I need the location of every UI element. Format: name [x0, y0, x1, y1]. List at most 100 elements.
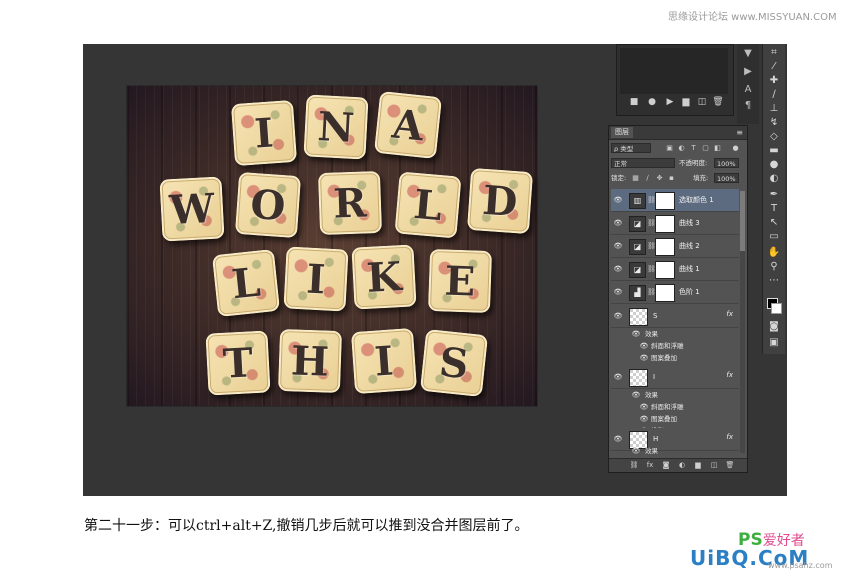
extra-tools-icon[interactable]: ⋯ — [767, 274, 781, 287]
new-adjustment-icon[interactable]: ◐ — [677, 460, 687, 470]
visibility-eye-icon[interactable]: 👁︎ — [639, 402, 649, 412]
visibility-eye-icon[interactable]: 👁︎ — [613, 372, 623, 382]
quick-mask-icon[interactable]: ◙ — [767, 320, 781, 333]
lock-paint-icon[interactable]: ∕ — [643, 173, 652, 183]
folder-icon[interactable]: ▆ — [680, 96, 692, 108]
crop-tool-icon[interactable]: ⌗ — [767, 46, 781, 59]
tile-letter: R — [332, 178, 368, 228]
visibility-eye-icon[interactable]: 👁︎ — [639, 353, 649, 363]
path-selection-icon[interactable]: ↖ — [767, 216, 781, 229]
zoom-tool-icon[interactable]: ⚲ — [767, 260, 781, 273]
actions-list[interactable] — [620, 48, 728, 94]
document-canvas[interactable]: I N A W O R L D L I K E T H I S — [127, 86, 537, 406]
visibility-eye-icon[interactable]: 👁︎ — [613, 218, 623, 228]
visibility-eye-icon[interactable]: 👁︎ — [639, 414, 649, 424]
background-color-swatch[interactable] — [771, 303, 782, 314]
stop-icon[interactable]: ■ — [628, 96, 640, 108]
effect-name: 斜面和浮雕 — [651, 403, 684, 411]
stamp-tool-icon[interactable]: ⊥ — [767, 102, 781, 115]
tool-preset-icon[interactable]: ▼ — [742, 48, 754, 60]
visibility-eye-icon[interactable]: 👁︎ — [613, 264, 623, 274]
panel-menu-icon[interactable]: ≡ — [736, 127, 743, 138]
actions-icon[interactable]: ▶ — [742, 66, 754, 78]
delete-icon[interactable]: 🗑︎ — [712, 96, 724, 108]
layer-mask-thumbnail[interactable] — [655, 284, 675, 302]
effect-row[interactable]: 👁︎ 斜面和浮雕 — [611, 401, 739, 413]
layer-row[interactable]: 👁︎ ▟ ⛓︎ 色阶 1 — [611, 281, 739, 304]
fill-field[interactable]: 100% — [714, 173, 739, 183]
filter-type-icon[interactable]: T — [689, 143, 698, 153]
new-icon[interactable]: ◫ — [696, 96, 708, 108]
opacity-field[interactable]: 100% — [714, 158, 739, 168]
lock-transparent-icon[interactable]: ▦ — [631, 173, 640, 183]
gradient-tool-icon[interactable]: ▬ — [767, 144, 781, 157]
scrollbar-thumb[interactable] — [740, 191, 745, 251]
letter-tile: L — [394, 171, 462, 239]
layer-row[interactable]: 👁︎ ◪ ⛓︎ 曲线 3 — [611, 212, 739, 235]
layer-mask-thumbnail[interactable] — [655, 192, 675, 210]
layer-row[interactable]: 👁︎ I fx — [611, 366, 739, 389]
fx-badge[interactable]: fx — [726, 433, 733, 441]
visibility-eye-icon[interactable]: 👁︎ — [631, 446, 641, 456]
screen-mode-icon[interactable]: ▣ — [767, 336, 781, 349]
eyedropper-tool-icon[interactable]: ⁄ — [767, 60, 781, 73]
effect-row[interactable]: 👁︎ 图案叠加 — [611, 352, 739, 364]
play-icon[interactable]: ▶ — [664, 96, 676, 108]
effects-row[interactable]: 👁︎ 效果 — [611, 389, 739, 401]
healing-tool-icon[interactable]: ✚ — [767, 74, 781, 87]
filter-shape-icon[interactable]: ▢ — [701, 143, 710, 153]
layer-name: S — [653, 312, 658, 320]
effect-row[interactable]: 👁︎ 斜面和浮雕 — [611, 340, 739, 352]
filter-adjustment-icon[interactable]: ◐ — [677, 143, 686, 153]
filter-kind-select[interactable]: ρ 类型 — [611, 143, 651, 153]
fx-badge[interactable]: fx — [726, 310, 733, 318]
new-layer-icon[interactable]: ◫ — [709, 460, 719, 470]
paragraph-icon[interactable]: ¶ — [742, 100, 754, 112]
effect-row[interactable]: 👁︎ 图案叠加 — [611, 413, 739, 425]
filter-toggle-icon[interactable]: ● — [731, 143, 740, 153]
visibility-eye-icon[interactable]: 👁︎ — [613, 311, 623, 321]
visibility-eye-icon[interactable]: 👁︎ — [613, 241, 623, 251]
visibility-eye-icon[interactable]: 👁︎ — [613, 434, 623, 444]
layer-mask-thumbnail[interactable] — [655, 215, 675, 233]
tile-letter: E — [443, 256, 477, 306]
layers-scrollbar[interactable] — [740, 191, 745, 453]
history-brush-icon[interactable]: ↯ — [767, 116, 781, 129]
effects-row[interactable]: 👁︎ 效果 — [611, 445, 739, 457]
character-icon[interactable]: A — [742, 84, 754, 96]
link-layers-icon[interactable]: ⛓︎ — [629, 460, 639, 470]
blur-tool-icon[interactable]: ● — [767, 158, 781, 171]
filter-smart-object-icon[interactable]: ◧ — [713, 143, 722, 153]
fx-badge[interactable]: fx — [726, 371, 733, 379]
pen-tool-icon[interactable]: ✒ — [767, 188, 781, 201]
record-icon[interactable]: ● — [646, 96, 658, 108]
layer-mask-thumbnail[interactable] — [655, 261, 675, 279]
visibility-eye-icon[interactable]: 👁︎ — [613, 287, 623, 297]
tab-layers[interactable]: 图层 — [611, 127, 633, 138]
effects-row[interactable]: 👁︎ 效果 — [611, 328, 739, 340]
new-group-icon[interactable]: ▆ — [693, 460, 703, 470]
type-tool-icon[interactable]: T — [767, 202, 781, 215]
lock-all-icon[interactable]: ▪ — [667, 173, 676, 183]
eraser-tool-icon[interactable]: ◇ — [767, 130, 781, 143]
layer-row[interactable]: 👁︎ ◪ ⛓︎ 曲线 1 — [611, 258, 739, 281]
delete-layer-icon[interactable]: 🗑︎ — [725, 460, 735, 470]
visibility-eye-icon[interactable]: 👁︎ — [639, 341, 649, 351]
hand-tool-icon[interactable]: ✋ — [767, 246, 781, 259]
rectangle-tool-icon[interactable]: ▭ — [767, 230, 781, 243]
layer-mask-thumbnail[interactable] — [655, 238, 675, 256]
layer-row[interactable]: 👁︎ ▥ ⛓︎ 选取颜色 1 — [611, 189, 739, 212]
visibility-eye-icon[interactable]: 👁︎ — [631, 329, 641, 339]
visibility-eye-icon[interactable]: 👁︎ — [613, 195, 623, 205]
add-mask-icon[interactable]: ◙ — [661, 460, 671, 470]
blend-mode-select[interactable]: 正常 — [611, 158, 675, 168]
effect-name: 图案叠加 — [651, 415, 677, 423]
lock-move-icon[interactable]: ✥ — [655, 173, 664, 183]
layer-row[interactable]: 👁︎ S fx — [611, 305, 739, 328]
add-style-icon[interactable]: fx — [645, 460, 655, 470]
layer-row[interactable]: 👁︎ ◪ ⛓︎ 曲线 2 — [611, 235, 739, 258]
visibility-eye-icon[interactable]: 👁︎ — [631, 390, 641, 400]
dodge-tool-icon[interactable]: ◐ — [767, 172, 781, 185]
brush-tool-icon[interactable]: ∕ — [767, 88, 781, 101]
filter-pixel-icon[interactable]: ▣ — [665, 143, 674, 153]
